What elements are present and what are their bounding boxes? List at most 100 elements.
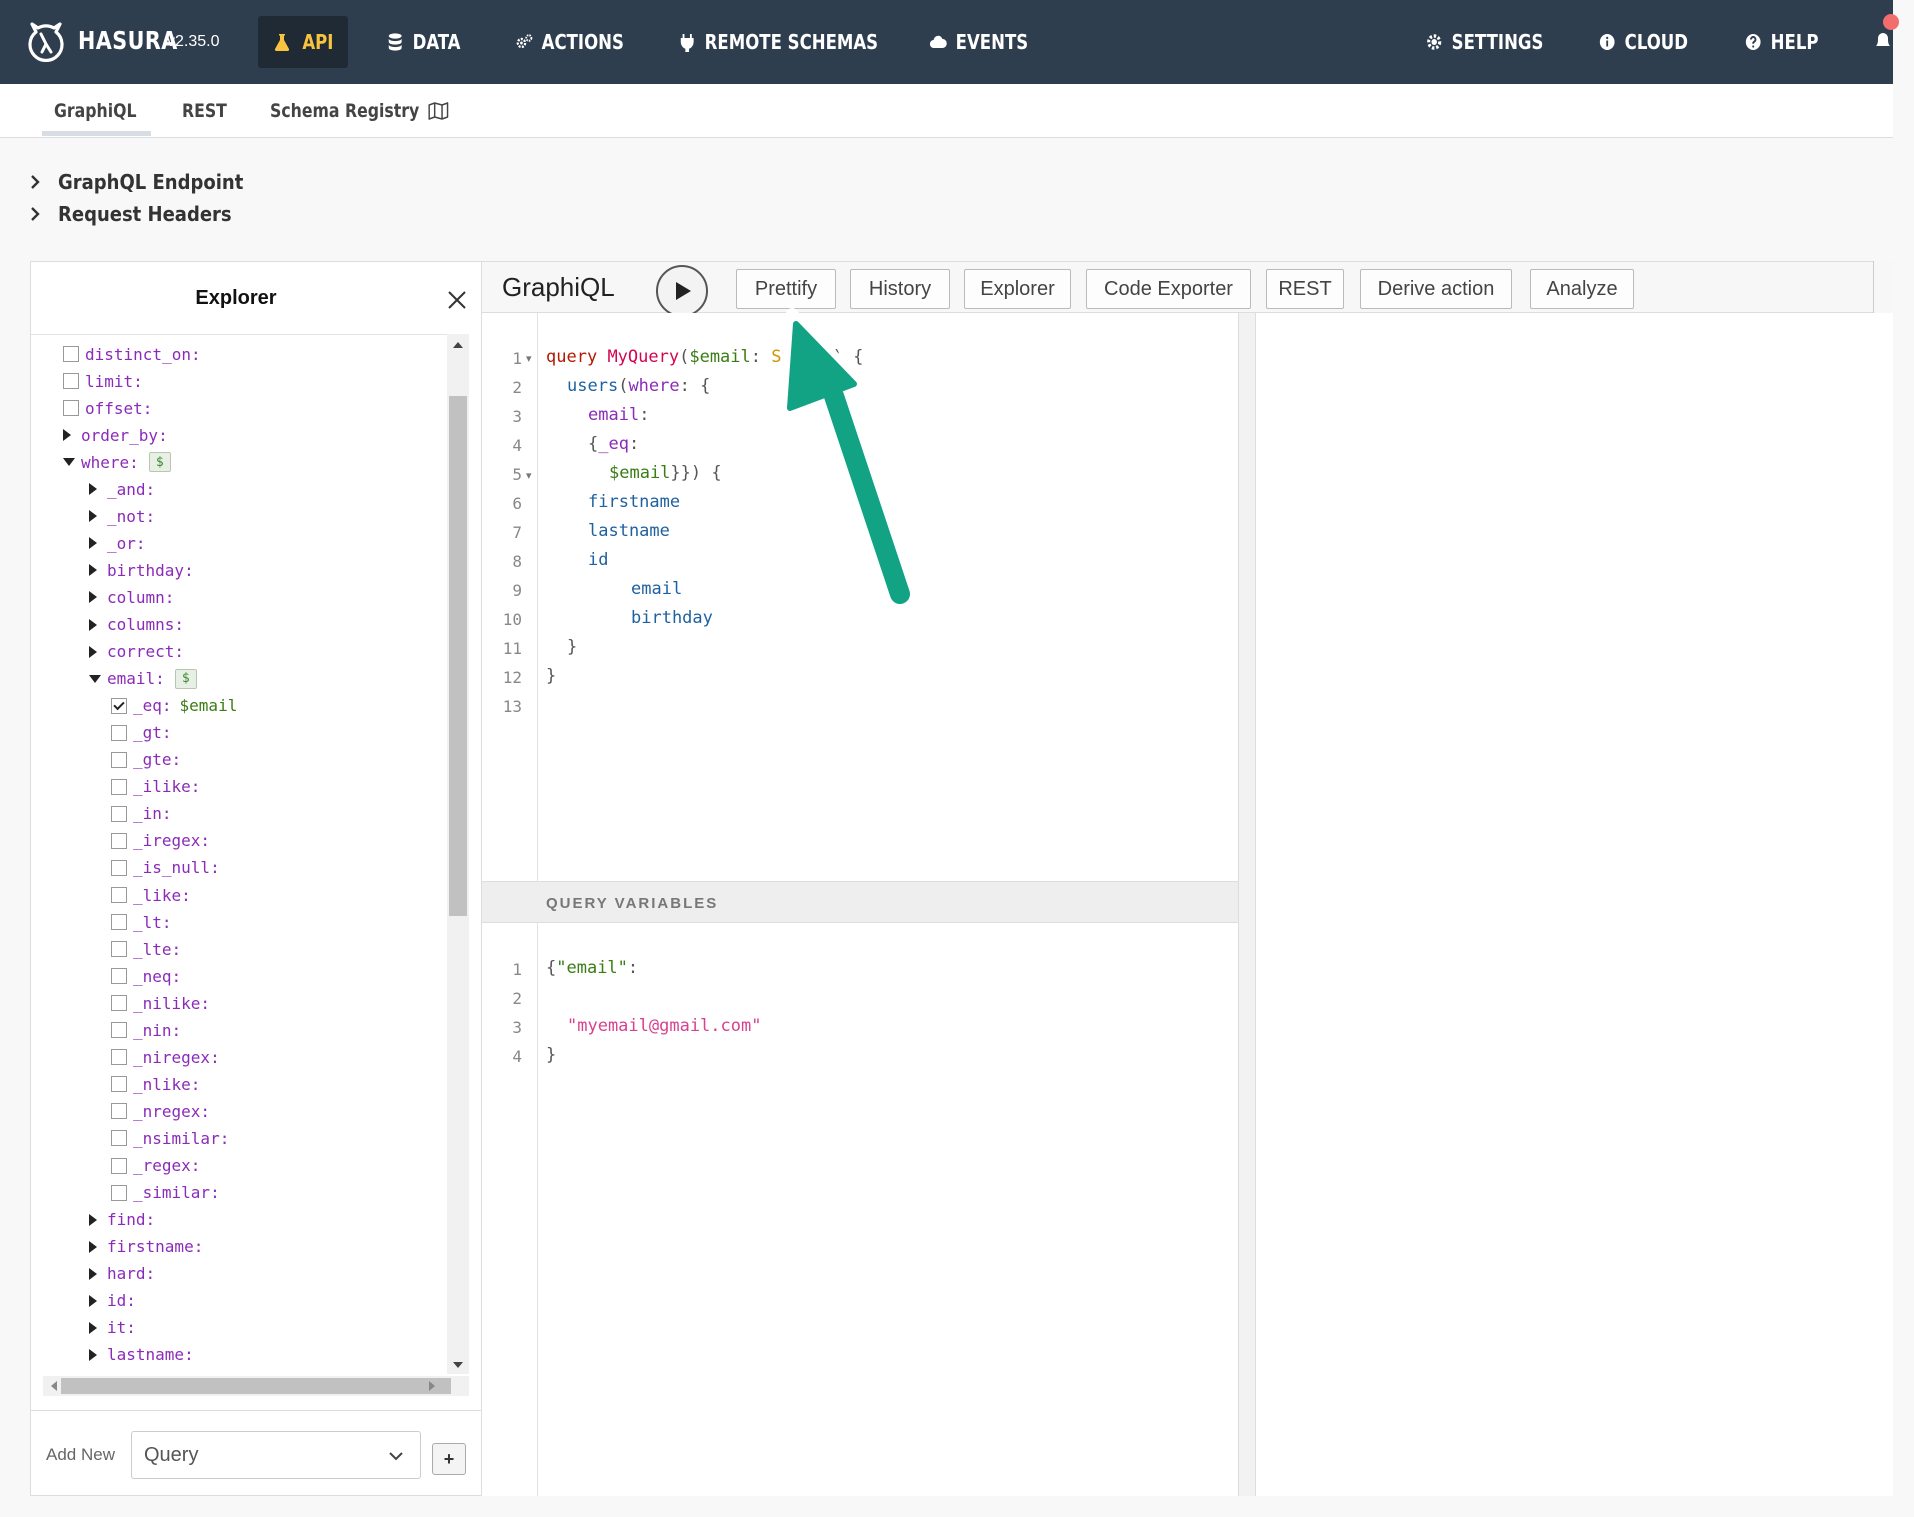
explorer-row[interactable]: order_by: — [63, 422, 168, 448]
fold-marker-icon[interactable]: ▾ — [526, 469, 532, 482]
run-query-button[interactable] — [656, 265, 708, 317]
caret-down-icon[interactable] — [89, 674, 101, 683]
request-headers-toggle[interactable]: Request Headers — [28, 202, 232, 226]
explorer-row[interactable]: limit: — [63, 368, 143, 394]
analyze-button[interactable]: Analyze — [1530, 269, 1634, 309]
scroll-up-icon[interactable] — [451, 340, 465, 350]
checkbox-checked-icon[interactable] — [111, 697, 127, 714]
checkbox-icon[interactable] — [111, 751, 127, 768]
scroll-right-icon[interactable] — [427, 1380, 437, 1392]
nav-help[interactable]: HELP — [1744, 0, 1819, 84]
caret-right-icon[interactable] — [89, 483, 97, 496]
explorer-row[interactable]: make: — [89, 1369, 155, 1374]
checkbox-icon[interactable] — [111, 1157, 127, 1174]
checkbox-icon[interactable] — [111, 1022, 127, 1039]
graphql-endpoint-toggle[interactable]: GraphQL Endpoint — [28, 170, 243, 194]
explorer-row[interactable]: _like: — [111, 882, 191, 908]
caret-right-icon[interactable] — [89, 564, 97, 577]
checkbox-icon[interactable] — [111, 1049, 127, 1066]
explorer-row[interactable]: columns: — [89, 612, 184, 638]
caret-right-icon[interactable] — [89, 591, 97, 604]
caret-right-icon[interactable] — [89, 1348, 97, 1361]
hasura-logo[interactable]: HASURA — [24, 18, 186, 62]
caret-right-icon[interactable] — [89, 537, 97, 550]
nav-api[interactable]: API — [258, 16, 348, 68]
explorer-row[interactable]: distinct_on: — [63, 341, 201, 367]
checkbox-icon[interactable] — [111, 859, 127, 876]
explorer-row[interactable]: _iregex: — [111, 828, 210, 854]
explorer-row[interactable]: lastname: — [89, 1342, 194, 1368]
explorer-row[interactable]: _and: — [89, 476, 155, 502]
explorer-row[interactable]: _lt: — [111, 909, 172, 935]
caret-right-icon[interactable] — [89, 510, 97, 523]
explorer-row[interactable]: _neq: — [111, 963, 181, 989]
tab-graphiql[interactable]: GraphiQL — [54, 84, 137, 138]
checkbox-icon[interactable] — [111, 1103, 127, 1120]
explorer-row[interactable]: _gt: — [111, 720, 172, 746]
checkbox-icon[interactable] — [63, 400, 79, 417]
caret-right-icon[interactable] — [89, 645, 97, 658]
explorer-row[interactable]: email: $ — [89, 666, 197, 692]
explorer-row[interactable]: _is_null: — [111, 855, 220, 881]
explorer-row[interactable]: _nin: — [111, 1017, 181, 1043]
explorer-hscroll-thumb[interactable] — [61, 1378, 451, 1394]
tab-schema-registry[interactable]: Schema Registry — [270, 84, 449, 138]
caret-right-icon[interactable] — [89, 1294, 97, 1307]
explorer-row[interactable]: firstname: — [89, 1234, 203, 1260]
nav-events[interactable]: EVENTS — [929, 0, 1028, 84]
scroll-down-icon[interactable] — [451, 1360, 465, 1370]
explorer-row[interactable]: _similar: — [111, 1180, 220, 1206]
explorer-row[interactable]: _nsimilar: — [111, 1125, 229, 1151]
explorer-row[interactable]: _in: — [111, 801, 172, 827]
caret-right-icon[interactable] — [89, 1213, 97, 1226]
checkbox-icon[interactable] — [111, 1184, 127, 1201]
explorer-row[interactable]: _nilike: — [111, 990, 210, 1016]
checkbox-icon[interactable] — [111, 724, 127, 741]
explorer-button[interactable]: Explorer — [964, 269, 1071, 309]
explorer-row[interactable]: _niregex: — [111, 1044, 220, 1070]
close-icon[interactable] — [445, 288, 469, 312]
caret-right-icon[interactable] — [89, 1267, 97, 1280]
checkbox-icon[interactable] — [111, 805, 127, 822]
explorer-row[interactable]: _lte: — [111, 936, 181, 962]
nav-remote-schemas[interactable]: REMOTE SCHEMAS — [678, 0, 878, 84]
explorer-row[interactable]: find: — [89, 1207, 155, 1233]
checkbox-icon[interactable] — [111, 1130, 127, 1147]
nav-data[interactable]: DATA — [386, 0, 460, 84]
variable-badge[interactable]: $ — [174, 668, 197, 689]
variables-editor[interactable] — [482, 923, 1238, 1496]
checkbox-icon[interactable] — [63, 346, 79, 362]
derive-action-button[interactable]: Derive action — [1360, 269, 1512, 309]
checkbox-icon[interactable] — [111, 995, 127, 1012]
rest-button[interactable]: REST — [1266, 269, 1344, 309]
code-exporter-button[interactable]: Code Exporter — [1086, 269, 1251, 309]
fold-marker-icon[interactable]: ▾ — [526, 352, 532, 365]
checkbox-icon[interactable] — [111, 1076, 127, 1093]
scroll-left-icon[interactable] — [49, 1380, 59, 1392]
explorer-vscroll-thumb[interactable] — [449, 396, 467, 916]
explorer-row[interactable]: _nlike: — [111, 1071, 200, 1097]
caret-right-icon[interactable] — [63, 429, 71, 442]
bell-icon[interactable] — [1874, 28, 1892, 54]
checkbox-icon[interactable] — [111, 887, 127, 903]
caret-right-icon[interactable] — [89, 1240, 97, 1253]
explorer-row[interactable]: _eq: $email — [111, 693, 237, 719]
explorer-row[interactable]: _nregex: — [111, 1098, 210, 1124]
caret-down-icon[interactable] — [63, 458, 75, 467]
operation-type-select[interactable]: Query — [131, 1431, 421, 1479]
tab-rest[interactable]: REST — [182, 84, 227, 138]
explorer-row[interactable]: offset: — [63, 395, 152, 421]
checkbox-icon[interactable] — [111, 941, 127, 958]
explorer-row[interactable]: where: $ — [63, 449, 171, 475]
checkbox-icon[interactable] — [111, 832, 127, 849]
explorer-row[interactable]: birthday: — [89, 557, 194, 583]
add-operation-button[interactable]: + — [432, 1443, 466, 1475]
query-variables-header[interactable]: QUERY VARIABLES — [482, 881, 1238, 923]
nav-settings[interactable]: SETTINGS — [1425, 0, 1543, 84]
explorer-row[interactable]: it: — [89, 1315, 136, 1341]
checkbox-icon[interactable] — [63, 373, 79, 390]
checkbox-icon[interactable] — [111, 968, 127, 985]
checkbox-icon[interactable] — [111, 778, 127, 795]
variable-badge[interactable]: $ — [148, 452, 171, 473]
pane-resize-handle[interactable] — [1238, 313, 1256, 1496]
